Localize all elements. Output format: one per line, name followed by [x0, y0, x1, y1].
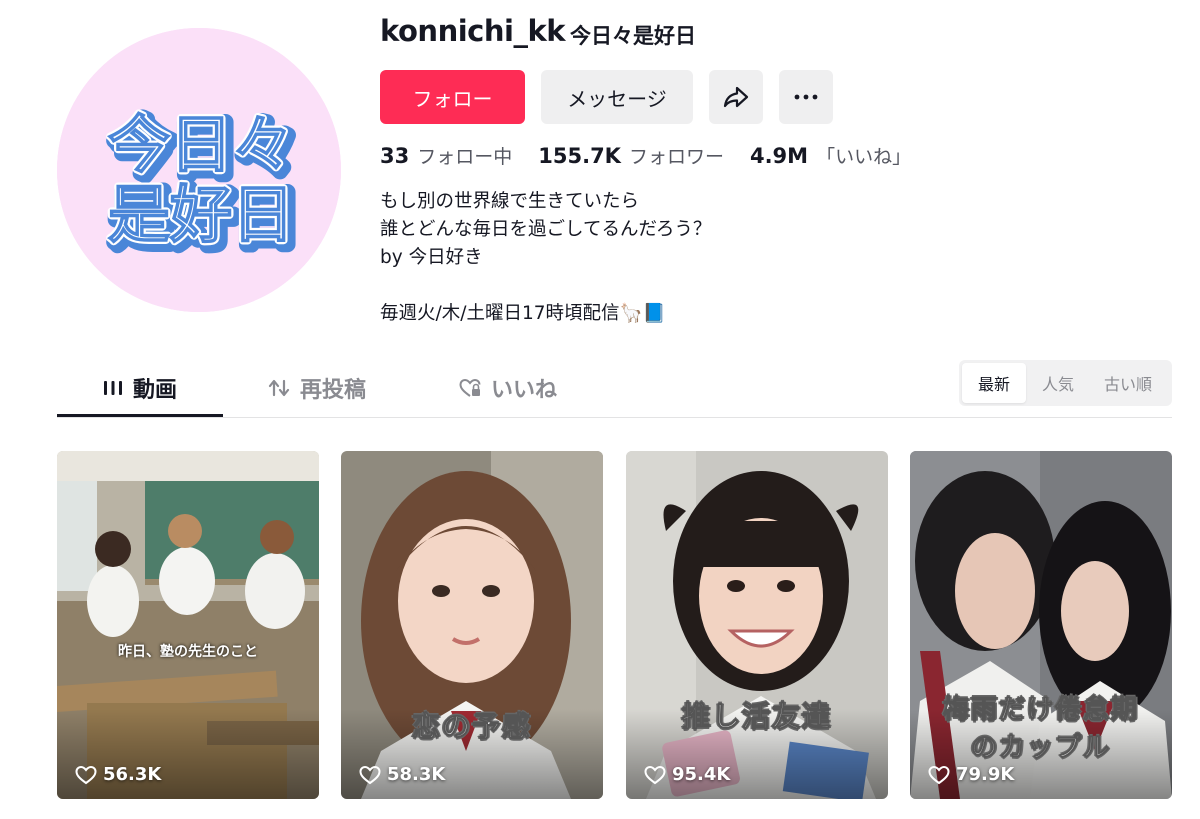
sort-toggle: 最新 人気 古い順	[959, 360, 1172, 406]
tab-reposts[interactable]: 再投稿	[268, 360, 366, 416]
thumbnail-gradient	[57, 709, 319, 799]
follow-button[interactable]: フォロー	[380, 70, 525, 124]
profile-nickname: 今日々是好日	[570, 24, 696, 48]
video-likes-count: 95.4K	[672, 764, 731, 785]
video-caption-line2: のカップル	[970, 733, 1111, 764]
more-dots-icon	[794, 94, 818, 100]
tab-videos[interactable]: 動画	[103, 360, 177, 416]
heart-outline-icon	[644, 765, 666, 784]
bio-line: by 今日好き	[380, 247, 483, 268]
video-card[interactable]: 昨日、塾の先生のこと 56.3K	[57, 451, 319, 799]
video-likes-count: 79.9K	[956, 764, 1015, 785]
sort-option-latest[interactable]: 最新	[962, 363, 1026, 403]
video-likes: 95.4K	[644, 764, 730, 785]
video-likes-count: 56.3K	[103, 764, 162, 785]
svg-text:是好日: 是好日	[108, 178, 294, 251]
heart-outline-icon	[928, 765, 950, 784]
sort-option-oldest[interactable]: 古い順	[1090, 363, 1166, 403]
video-likes: 79.9K	[928, 764, 1014, 785]
more-options-button[interactable]	[779, 70, 833, 124]
profile-avatar[interactable]: 今日々 今日々 今日々 是好日 是好日 是好日	[57, 28, 341, 312]
video-caption-line1: 梅雨だけ倦怠期	[942, 695, 1139, 726]
video-caption: 推し活友達	[681, 700, 832, 734]
video-likes: 58.3K	[359, 764, 445, 785]
bio-line	[380, 272, 711, 300]
tab-likes[interactable]: いいね	[459, 360, 557, 416]
bio-line: もし別の世界線で生きていたら	[380, 191, 640, 212]
video-card[interactable]: 推し活友達 95.4K	[626, 451, 888, 799]
bio-line: 毎週火/木/土曜日17時頃配信🦙📘	[380, 303, 666, 324]
following-label[interactable]: フォロー中	[417, 142, 512, 169]
sort-option-popular[interactable]: 人気	[1026, 363, 1090, 403]
profile-username: konnichi_kk	[380, 14, 566, 48]
following-count[interactable]: 33	[380, 144, 409, 168]
tab-reposts-label: 再投稿	[300, 378, 367, 403]
video-caption: 恋の予感	[411, 710, 532, 744]
likes-label: 「いいね」	[816, 146, 912, 168]
video-likes: 56.3K	[75, 764, 161, 785]
tab-videos-label: 動画	[133, 378, 178, 403]
heart-outline-icon	[75, 765, 97, 784]
likes-count: 4.9M	[749, 144, 809, 168]
video-likes-count: 58.3K	[387, 764, 446, 785]
active-tab-indicator	[57, 414, 223, 417]
video-caption: 昨日、塾の先生のこと	[118, 644, 258, 660]
bio-line: 誰とどんな毎日を過ごしてるんだろう？	[380, 219, 712, 240]
svg-text:今日々: 今日々	[108, 108, 294, 181]
video-card[interactable]: 梅雨だけ倦怠期 のカップル 79.9K	[910, 451, 1172, 799]
avatar-logo: 今日々 今日々 今日々 是好日 是好日 是好日	[57, 28, 341, 312]
profile-bio: もし別の世界線で生きていたら 誰とどんな毎日を過ごしてるんだろう？ by 今日好…	[380, 188, 711, 328]
share-icon	[723, 86, 749, 108]
message-button[interactable]: メッセージ	[541, 70, 693, 124]
share-button[interactable]	[709, 70, 763, 124]
profile-stats: 33 フォロー中 155.7K フォロワー 4.9M 「いいね」	[380, 142, 937, 172]
repost-icon	[268, 379, 290, 397]
followers-label[interactable]: フォロワー	[629, 142, 724, 169]
followers-count[interactable]: 155.7K	[538, 144, 621, 168]
tab-likes-label: いいね	[491, 378, 558, 403]
video-card[interactable]: 恋の予感 58.3K	[341, 451, 603, 799]
heart-lock-icon	[459, 378, 481, 397]
heart-outline-icon	[359, 765, 381, 784]
grid-icon	[104, 381, 122, 395]
